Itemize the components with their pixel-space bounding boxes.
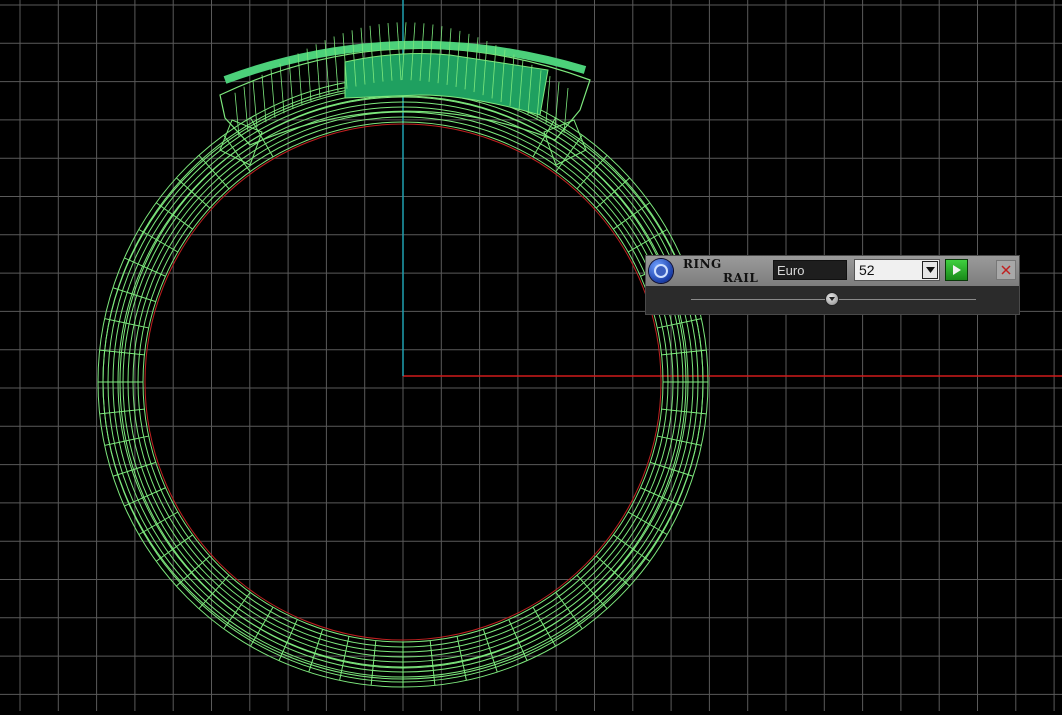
play-icon [953, 265, 961, 275]
chevron-down-icon[interactable] [922, 261, 938, 279]
apply-button[interactable] [945, 259, 968, 281]
head-rib [333, 36, 339, 92]
head-rib [270, 69, 276, 118]
ring-logo-icon [649, 259, 673, 283]
shank-spoke [429, 640, 436, 686]
viewport-canvas[interactable] [0, 0, 1062, 711]
panel-toolbar: RING RAIL Euro 52 [646, 256, 1019, 286]
head-rib [279, 63, 285, 114]
ring-size-select[interactable]: 52 [854, 259, 940, 281]
head-rib [554, 81, 560, 129]
size-slider-thumb[interactable] [825, 292, 839, 306]
shank-spoke [370, 640, 377, 686]
shank-spoke [613, 202, 651, 230]
shank-spoke [155, 202, 193, 230]
close-button[interactable] [996, 260, 1016, 280]
close-icon [1001, 265, 1011, 275]
cad-viewport[interactable] [0, 0, 1062, 711]
shank-spoke [155, 534, 193, 562]
ring-size-value: 52 [859, 262, 875, 278]
ring-rail-panel[interactable]: RING RAIL Euro 52 [645, 255, 1020, 315]
size-standard-field[interactable]: Euro [773, 260, 847, 280]
head-rib [545, 76, 551, 124]
shank-spoke [613, 534, 651, 562]
shank-spoke [555, 592, 583, 630]
panel-title-ring: RING [683, 257, 722, 271]
head-rib [288, 58, 294, 110]
panel-title-rail: RAIL [723, 271, 759, 285]
shank-spoke [223, 592, 251, 630]
